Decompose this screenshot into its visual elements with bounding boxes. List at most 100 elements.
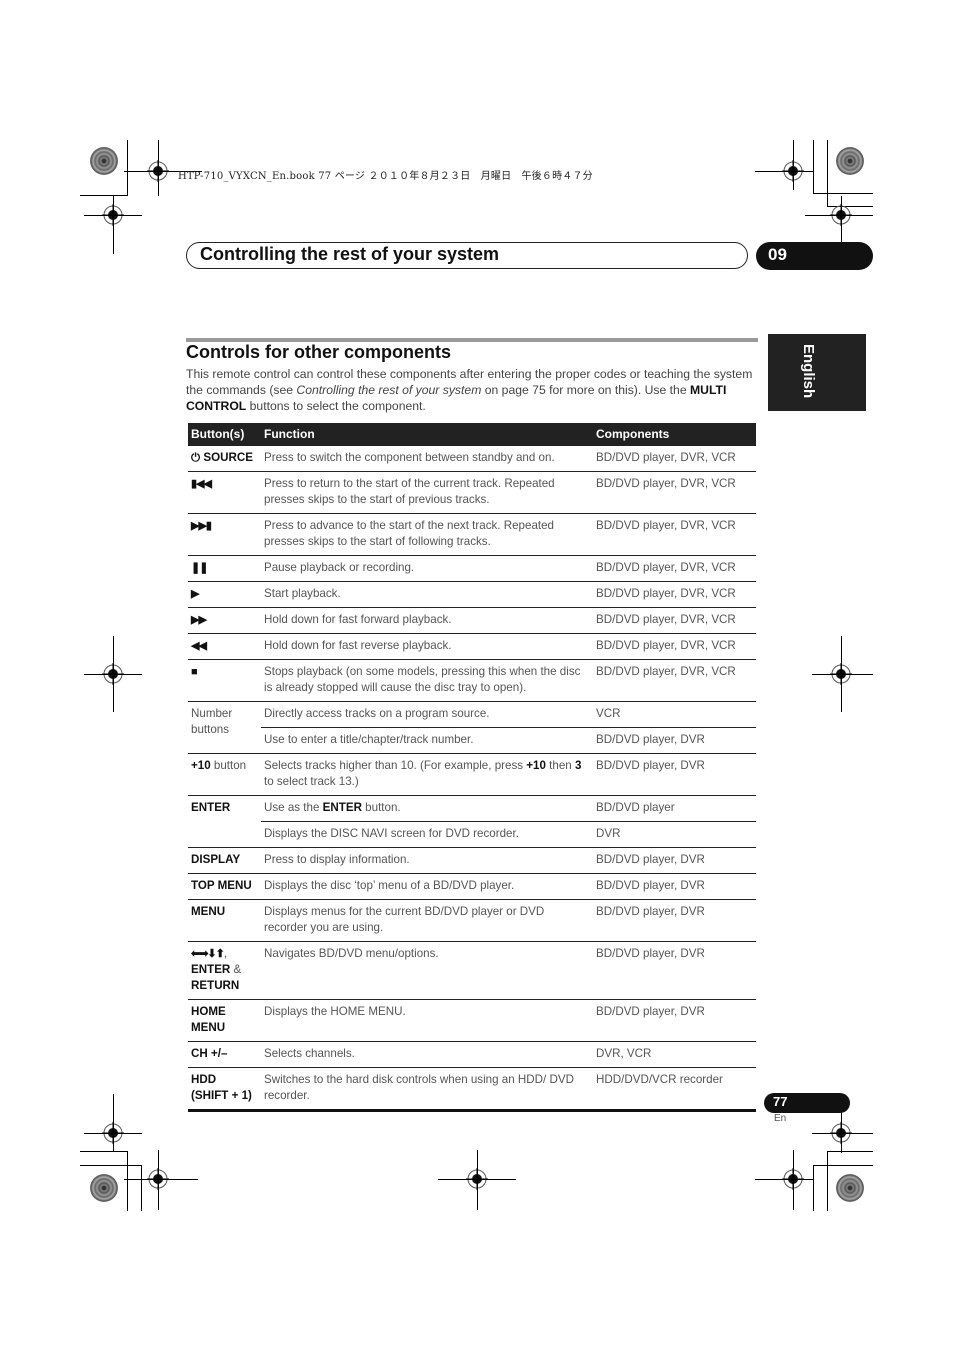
registration-sunburst-icon [836,1174,864,1202]
components-cell: BD/DVD player, DVR [593,941,756,1000]
chapter-header: Controlling the rest of your system [186,242,748,269]
table-row: MENU Displays menus for the current BD/D… [188,899,756,942]
registration-sunburst-icon [836,147,864,175]
next-track-icon: ▶▶▮ [188,513,261,556]
registration-sunburst-icon [90,147,118,175]
function-text: Use as the [264,801,323,814]
components-cell: BD/DVD player, DVR [593,727,756,754]
function-cell: Directly access tracks on a program sour… [261,701,593,728]
button-cell: TOP MENU [188,873,261,900]
arrow-keys-icon: ⬅➡⬇⬆ [191,948,225,960]
button-label: (SHIFT + 1) [191,1089,252,1102]
function-cell: Displays the disc ‘top’ menu of a BD/DVD… [261,873,593,900]
button-label-suffix: button [210,759,247,772]
function-cell: Hold down for fast forward playback. [261,607,593,634]
table-row: +10 button Selects tracks higher than 10… [188,753,756,796]
function-cell: Displays the HOME MENU. [261,999,593,1042]
table-row: ⏻ SOURCE Press to switch the component b… [188,446,756,472]
function-text: to select track 13.) [264,775,359,788]
button-label: HDD [191,1073,217,1086]
components-cell: BD/DVD player, DVR, VCR [593,513,756,556]
function-cell: Hold down for fast reverse playback. [261,633,593,660]
function-text: button. [361,801,401,814]
button-label-suffix: & [230,963,242,976]
table-row: TOP MENU Displays the disc ‘top’ menu of… [188,873,756,900]
button-cell: Number buttons [188,701,261,754]
components-cell: BD/DVD player, DVR, VCR [593,607,756,634]
function-bold: +10 [526,759,546,772]
header-function: Function [261,423,593,446]
components-cell: BD/DVD player, DVR, VCR [593,633,756,660]
pause-icon: ❚❚ [188,555,261,582]
table-row: Use to enter a title/chapter/track numbe… [188,727,756,754]
button-cell: +10 button [188,753,261,796]
function-cell: Press to display information. [261,847,593,874]
function-cell: Press to return to the start of the curr… [261,471,593,514]
function-cell: Start playback. [261,581,593,608]
table-row: DISPLAY Press to display information. BD… [188,847,756,874]
function-bold: 3 [574,759,582,772]
components-cell: VCR [593,701,756,728]
button-label: +10 [191,759,211,772]
components-cell: DVR, VCR [593,1041,756,1068]
header-components: Components [593,423,756,446]
section-title: Controls for other components [186,342,451,362]
controls-table: Button(s) Function Components ⏻ SOURCE P… [188,423,756,1112]
components-cell: BD/DVD player, DVR, VCR [593,555,756,582]
components-cell: BD/DVD player [593,795,756,822]
button-label: RETURN [191,979,240,992]
table-row: ENTER Use as the ENTER button. BD/DVD pl… [188,795,756,848]
components-cell: BD/DVD player, DVR, VCR [593,659,756,702]
table-row: Displays the DISC NAVI screen for DVD re… [188,821,756,848]
table-row: ⬅➡⬇⬆, ENTER & RETURN Navigates BD/DVD menu… [188,941,756,1000]
intro-text: buttons to select the component. [246,399,426,413]
button-cell: ⬅➡⬇⬆, ENTER & RETURN [188,941,261,1000]
components-cell: BD/DVD player, DVR [593,847,756,874]
components-cell: BD/DVD player, DVR, VCR [593,581,756,608]
function-cell: Switches to the hard disk controls when … [261,1067,593,1112]
function-cell: Displays the DISC NAVI screen for DVD re… [261,821,593,848]
table-row: HOME MENU Displays the HOME MENU. BD/DVD… [188,999,756,1042]
button-label: SOURCE [203,451,254,464]
table-row: ▶▶▮ Press to advance to the start of the… [188,513,756,556]
previous-track-icon: ▮◀◀ [188,471,261,514]
components-cell: DVR [593,821,756,848]
components-cell: BD/DVD player, DVR [593,999,756,1042]
table-row: Number buttons Directly access tracks on… [188,701,756,754]
registration-sunburst-icon [90,1174,118,1202]
cross-reference: Controlling the rest of your system [296,383,482,397]
stop-icon: ■ [188,659,261,702]
page-language-code: En [774,1113,787,1124]
print-info: HTP-710_VYXCN_En.book 77 ページ ２０１０年８月２３日 … [178,171,593,182]
table-row: ▮◀◀ Press to return to the start of the … [188,471,756,514]
button-cell: HDD (SHIFT + 1) [188,1067,261,1112]
button-cell: DISPLAY [188,847,261,874]
function-bold: ENTER [322,801,362,814]
function-cell: Press to switch the component between st… [261,446,593,472]
fast-forward-icon: ▶▶ [188,607,261,634]
button-cell: ENTER [188,795,261,848]
table-row: ❚❚ Pause playback or recording. BD/DVD p… [188,555,756,582]
table-row: ▶▶ Hold down for fast forward playback. … [188,607,756,634]
chapter-title: Controlling the rest of your system [200,244,500,264]
function-cell: Use as the ENTER button. [261,795,593,822]
table-row: CH +/– Selects channels. DVR, VCR [188,1041,756,1068]
section-intro: This remote control can control these co… [186,366,760,414]
button-cell: CH +/– [188,1041,261,1068]
rewind-icon: ◀◀ [188,633,261,660]
function-cell: Use to enter a title/chapter/track numbe… [261,727,593,754]
table-row: ◀◀ Hold down for fast reverse playback. … [188,633,756,660]
language-label: English [800,344,817,399]
table-row: ▶ Start playback. BD/DVD player, DVR, VC… [188,581,756,608]
play-icon: ▶ [188,581,261,608]
button-cell: ⏻ SOURCE [188,446,261,472]
chapter-number-badge: 09 [756,242,873,270]
button-label: ENTER [191,963,231,976]
function-cell: Stops playback (on some models, pressing… [261,659,593,702]
function-cell: Pause playback or recording. [261,555,593,582]
button-cell: MENU [188,899,261,942]
table-header-row: Button(s) Function Components [188,423,756,446]
components-cell: BD/DVD player, DVR, VCR [593,446,756,472]
components-cell: BD/DVD player, DVR, VCR [593,471,756,514]
header-buttons: Button(s) [188,423,261,446]
